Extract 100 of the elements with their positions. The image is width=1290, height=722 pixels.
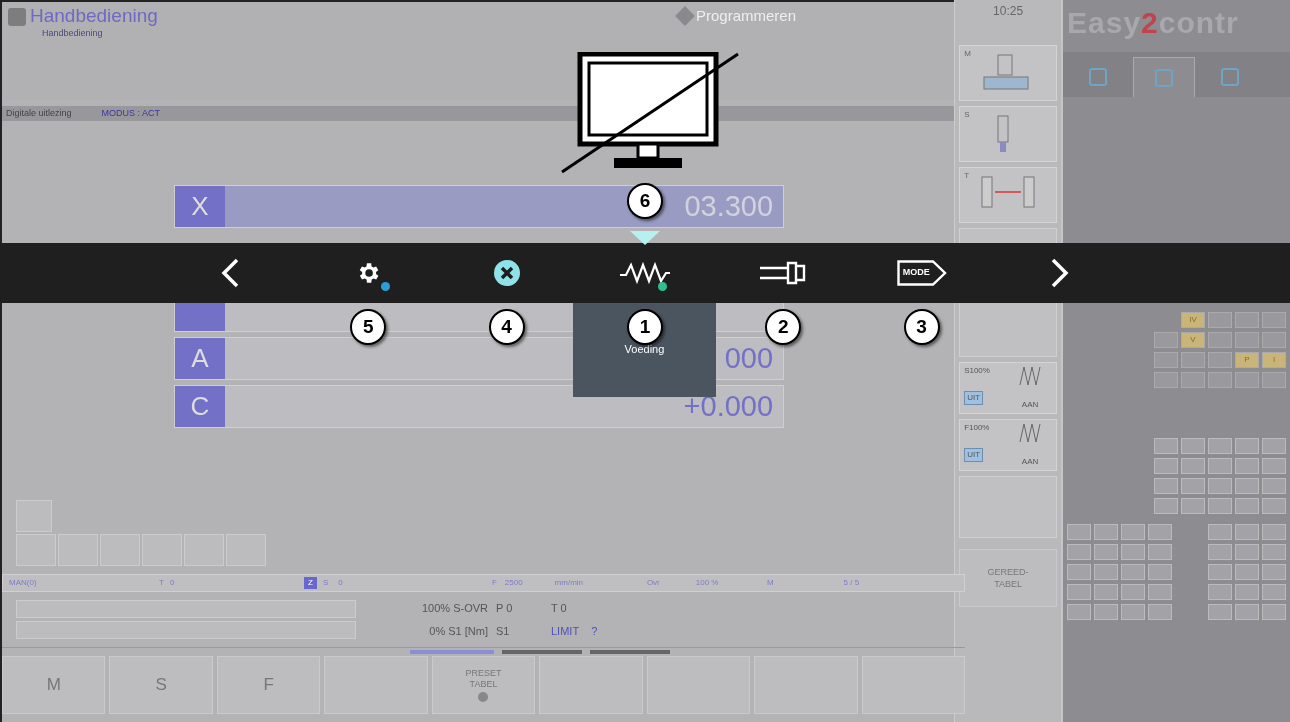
keypad-key[interactable]: P bbox=[1235, 352, 1259, 368]
keypad-key[interactable] bbox=[1208, 564, 1232, 580]
tool-tile[interactable]: S bbox=[959, 106, 1057, 162]
keypad-key[interactable] bbox=[1208, 352, 1232, 368]
softkey[interactable]: PRESET TABEL bbox=[431, 656, 536, 714]
small-button[interactable] bbox=[226, 534, 266, 566]
keypad-key[interactable] bbox=[1094, 524, 1118, 540]
keypad-key[interactable] bbox=[1121, 544, 1145, 560]
keypad-key[interactable] bbox=[1148, 524, 1172, 540]
keypad-key[interactable] bbox=[1235, 498, 1259, 514]
mode-tab[interactable]: Programmeren bbox=[678, 5, 797, 28]
keypad-key[interactable] bbox=[1208, 332, 1232, 348]
keypad-key[interactable] bbox=[1208, 372, 1232, 388]
keypad-key[interactable] bbox=[1094, 584, 1118, 600]
keypad-key[interactable] bbox=[1235, 524, 1259, 540]
info-text[interactable]: LIMIT bbox=[551, 622, 592, 639]
keypad-key[interactable] bbox=[1235, 438, 1259, 454]
on-toggle[interactable]: AAN bbox=[1021, 399, 1039, 411]
keypad-key[interactable] bbox=[1262, 584, 1286, 600]
small-button[interactable] bbox=[142, 534, 182, 566]
keypad-key[interactable] bbox=[1154, 458, 1178, 474]
keypad-key[interactable] bbox=[1235, 544, 1259, 560]
keypad-key[interactable] bbox=[1208, 584, 1232, 600]
keypad-key[interactable] bbox=[1208, 458, 1232, 474]
keypad-key[interactable] bbox=[1154, 332, 1178, 348]
mode-button[interactable]: MODE bbox=[896, 260, 947, 286]
keypad-key[interactable] bbox=[1181, 478, 1205, 494]
keypad-key[interactable] bbox=[1181, 352, 1205, 368]
small-button[interactable] bbox=[100, 534, 140, 566]
keypad-key[interactable] bbox=[1148, 544, 1172, 560]
tool-tile[interactable]: T bbox=[959, 167, 1057, 223]
keypad-key[interactable] bbox=[1121, 584, 1145, 600]
panel-tab[interactable] bbox=[1133, 57, 1195, 97]
keypad-key[interactable] bbox=[1235, 332, 1259, 348]
keypad-key[interactable] bbox=[1121, 564, 1145, 580]
keypad-key[interactable]: V bbox=[1181, 332, 1205, 348]
zigzag-icon[interactable] bbox=[618, 261, 672, 285]
keypad-key[interactable] bbox=[1262, 498, 1286, 514]
keypad-key[interactable] bbox=[1154, 478, 1178, 494]
keypad-key[interactable] bbox=[1154, 438, 1178, 454]
keypad-key[interactable] bbox=[1148, 584, 1172, 600]
keypad-key[interactable] bbox=[1121, 524, 1145, 540]
softkey[interactable]: F bbox=[216, 656, 321, 714]
override-tile[interactable]: S100% UIT AAN bbox=[959, 362, 1057, 414]
keypad-key[interactable] bbox=[1262, 604, 1286, 620]
keypad-key[interactable] bbox=[1181, 372, 1205, 388]
off-toggle[interactable]: UIT bbox=[964, 391, 983, 405]
keypad-key[interactable] bbox=[1181, 438, 1205, 454]
keypad-key[interactable] bbox=[1148, 604, 1172, 620]
keypad-key[interactable] bbox=[1262, 372, 1286, 388]
small-button[interactable] bbox=[16, 534, 56, 566]
keypad-key[interactable] bbox=[1067, 544, 1091, 560]
softkey[interactable]: M bbox=[2, 656, 106, 714]
close-icon[interactable] bbox=[492, 259, 521, 287]
keypad-key[interactable] bbox=[1067, 584, 1091, 600]
keypad-key[interactable] bbox=[1235, 478, 1259, 494]
off-toggle[interactable]: UIT bbox=[964, 448, 983, 462]
keypad-key[interactable] bbox=[1235, 604, 1259, 620]
keypad-key[interactable] bbox=[1154, 352, 1178, 368]
softkey[interactable] bbox=[861, 656, 965, 714]
keypad-key[interactable] bbox=[1235, 458, 1259, 474]
keypad-key[interactable] bbox=[1262, 312, 1286, 328]
override-tile[interactable]: F100% UIT AAN bbox=[959, 419, 1057, 471]
keypad-key[interactable] bbox=[1235, 372, 1259, 388]
keypad-key[interactable] bbox=[1094, 544, 1118, 560]
keypad-key[interactable] bbox=[1208, 524, 1232, 540]
keypad-key[interactable] bbox=[1154, 498, 1178, 514]
keypad-key[interactable] bbox=[1148, 564, 1172, 580]
chevron-right-icon[interactable] bbox=[1050, 258, 1069, 288]
keypad-key[interactable] bbox=[1235, 584, 1259, 600]
keypad-key[interactable] bbox=[1235, 312, 1259, 328]
keypad-key[interactable] bbox=[1208, 478, 1232, 494]
tool-table-softkey[interactable]: GEREED-TABEL bbox=[959, 549, 1057, 607]
keypad-key[interactable] bbox=[1262, 438, 1286, 454]
keypad-key[interactable] bbox=[1262, 458, 1286, 474]
keypad-key[interactable] bbox=[1181, 498, 1205, 514]
keypad-key[interactable] bbox=[1262, 544, 1286, 560]
keypad-key[interactable] bbox=[1154, 372, 1178, 388]
keypad-key[interactable] bbox=[1208, 312, 1232, 328]
keypad-key[interactable] bbox=[1067, 524, 1091, 540]
small-button[interactable] bbox=[58, 534, 98, 566]
small-button[interactable] bbox=[184, 534, 224, 566]
keypad-key[interactable] bbox=[1208, 438, 1232, 454]
keypad-key[interactable] bbox=[1235, 564, 1259, 580]
keypad-key[interactable] bbox=[1067, 564, 1091, 580]
tool-tile[interactable]: M bbox=[959, 45, 1057, 101]
keypad-key[interactable] bbox=[1208, 544, 1232, 560]
info-text[interactable]: ? bbox=[591, 622, 610, 639]
axis-row[interactable]: C +0.000 bbox=[174, 385, 785, 428]
keypad-key[interactable] bbox=[1094, 564, 1118, 580]
keypad-key[interactable] bbox=[1208, 604, 1232, 620]
keypad-key[interactable]: IV bbox=[1181, 312, 1205, 328]
on-toggle[interactable]: AAN bbox=[1021, 456, 1039, 468]
keypad-key[interactable] bbox=[1181, 458, 1205, 474]
keypad-key[interactable] bbox=[1067, 604, 1091, 620]
keypad-key[interactable] bbox=[1208, 498, 1232, 514]
small-button[interactable] bbox=[16, 500, 52, 532]
keypad-key[interactable] bbox=[1262, 524, 1286, 540]
keypad-key[interactable] bbox=[1262, 478, 1286, 494]
keypad-key[interactable] bbox=[1262, 564, 1286, 580]
